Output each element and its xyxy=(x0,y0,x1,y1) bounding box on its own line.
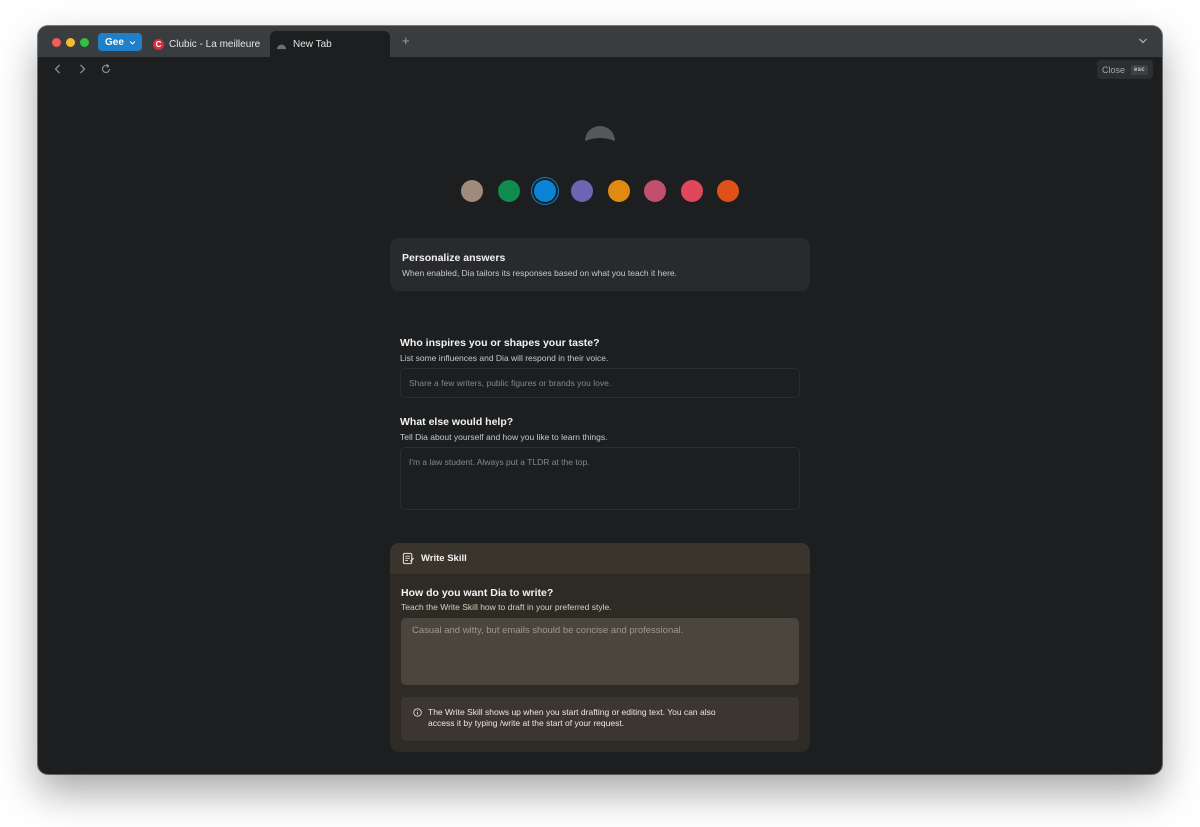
back-arrow-icon[interactable] xyxy=(52,63,64,75)
forward-arrow-icon[interactable] xyxy=(76,63,88,75)
write-skill-info: The Write Skill shows up when you start … xyxy=(401,697,799,741)
close-window-button[interactable] xyxy=(52,38,61,47)
color-swatch-green[interactable] xyxy=(498,180,520,202)
minimize-window-button[interactable] xyxy=(66,38,75,47)
help-textarea[interactable] xyxy=(400,447,800,510)
help-subtitle: Tell Dia about yourself and how you like… xyxy=(400,432,608,442)
clubic-favicon-icon: C xyxy=(153,38,164,50)
write-skill-header: Write Skill xyxy=(390,543,810,574)
toolbar: Close esc xyxy=(38,57,1162,83)
browser-window: Gee C Clubic - La meilleure sou New Tab … xyxy=(38,26,1162,774)
color-swatch-taupe[interactable] xyxy=(461,180,483,202)
help-title: What else would help? xyxy=(400,416,514,428)
color-swatch-vermilion[interactable] xyxy=(717,180,739,202)
chevron-down-icon xyxy=(129,40,136,45)
close-button[interactable]: Close esc xyxy=(1097,60,1153,79)
write-style-textarea[interactable] xyxy=(401,618,799,685)
color-swatch-blue[interactable] xyxy=(534,180,556,202)
tab-title: Clubic - La meilleure sou xyxy=(169,38,261,50)
write-skill-label: Write Skill xyxy=(421,553,467,564)
new-tab-button[interactable]: + xyxy=(402,34,410,48)
write-skill-title: How do you want Dia to write? xyxy=(401,587,554,599)
inspires-input[interactable] xyxy=(400,368,800,398)
inspires-title: Who inspires you or shapes your taste? xyxy=(400,337,600,349)
write-skill-card: Write Skill How do you want Dia to write… xyxy=(390,543,810,752)
close-label: Close xyxy=(1102,64,1126,75)
tab-title: New Tab xyxy=(293,38,332,50)
zoom-window-button[interactable] xyxy=(80,38,89,47)
dia-avatar-icon xyxy=(585,126,615,141)
info-text-line-2: access it by typing /write at the start … xyxy=(428,718,625,728)
settings-page: Personalize answers When enabled, Dia ta… xyxy=(38,83,1162,774)
tab-bar: Gee C Clubic - La meilleure sou New Tab … xyxy=(38,26,1162,57)
personalize-title: Personalize answers xyxy=(402,252,506,264)
inspires-subtitle: List some influences and Dia will respon… xyxy=(400,353,609,363)
profile-label: Gee xyxy=(105,36,124,48)
reload-icon[interactable] xyxy=(100,63,112,75)
color-swatch-orange[interactable] xyxy=(608,180,630,202)
profile-switcher-button[interactable]: Gee xyxy=(98,33,142,51)
personalize-answers-toggle[interactable]: Personalize answers When enabled, Dia ta… xyxy=(390,238,810,291)
write-document-icon xyxy=(402,552,415,565)
personalize-subtitle: When enabled, Dia tailors its responses … xyxy=(402,268,677,278)
color-swatch-red[interactable] xyxy=(681,180,703,202)
color-swatch-rose[interactable] xyxy=(644,180,666,202)
info-icon xyxy=(413,708,422,717)
tab-new-tab[interactable]: New Tab xyxy=(270,31,390,57)
info-text-line-1: The Write Skill shows up when you start … xyxy=(428,707,716,717)
write-skill-subtitle: Teach the Write Skill how to draft in yo… xyxy=(401,602,612,612)
color-swatch-purple[interactable] xyxy=(571,180,593,202)
esc-shortcut-badge: esc xyxy=(1131,64,1148,75)
chevron-down-icon[interactable] xyxy=(1138,36,1148,46)
new-tab-favicon-icon xyxy=(276,44,287,49)
tab-clubic[interactable]: C Clubic - La meilleure sou xyxy=(146,31,268,57)
